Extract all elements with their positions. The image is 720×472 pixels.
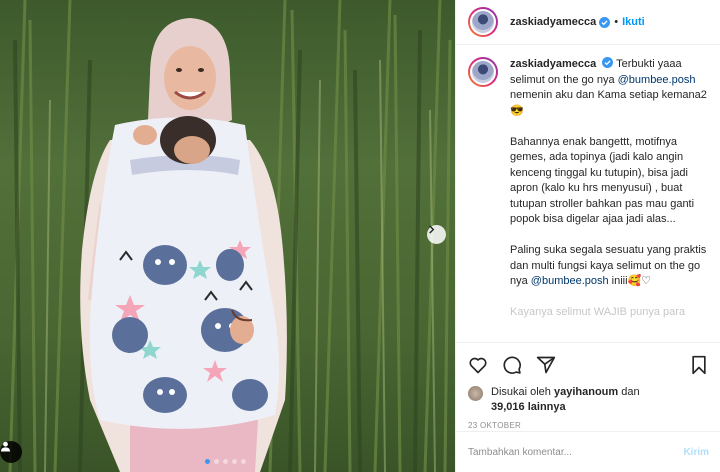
carousel-dot	[232, 459, 237, 464]
likes-count[interactable]: 39,016	[491, 401, 525, 413]
header-username[interactable]: zaskiadyamecca	[510, 16, 596, 28]
carousel-next-button[interactable]	[427, 225, 446, 244]
post-photo[interactable]	[0, 0, 455, 472]
comment-input[interactable]	[468, 446, 684, 458]
caption-area: zaskiadyamecca Terbukti yaaa selimut on …	[456, 45, 720, 343]
separator-dot: •	[614, 16, 619, 28]
post-date[interactable]: 23 OKTOBER	[456, 415, 720, 430]
carousel-dot	[214, 459, 219, 464]
user-tag-icon	[0, 441, 11, 452]
post-comment-button[interactable]: Kirim	[683, 447, 709, 458]
photo-illustration	[8, 0, 452, 472]
caption-avatar[interactable]	[468, 57, 498, 87]
chevron-right-icon	[429, 225, 435, 234]
likes-prefix: Disukai oleh	[491, 386, 554, 398]
heart-icon[interactable]	[468, 355, 488, 375]
caption-paragraph-2: Bahannya enak bangettt, motifnya gemes, …	[510, 135, 695, 226]
share-icon[interactable]	[536, 355, 556, 375]
carousel-dot	[223, 459, 228, 464]
caption-paragraph-3-end: iniii🥰♡	[608, 275, 652, 287]
post-sidebar: zaskiadyamecca • Ikuti zaskiadyamecca Te…	[455, 0, 720, 472]
user-tag-button[interactable]	[0, 441, 22, 463]
verified-badge-icon	[599, 16, 611, 28]
mention-link[interactable]: @bumbee.posh	[618, 74, 696, 86]
carousel-dot	[241, 459, 246, 464]
action-bar	[456, 343, 720, 379]
comment-form: Kirim	[456, 431, 720, 472]
likes-summary: Disukai oleh yayihanoum dan 39,016 lainn…	[456, 379, 720, 415]
caption-truncated: Kayanya selimut WAJIB punya para	[510, 306, 686, 318]
verified-badge-icon	[602, 57, 614, 68]
likes-mid: dan	[618, 386, 640, 398]
caption-line1-end: nemenin aku dan Kama setiap kemana2 😎	[510, 89, 707, 117]
caption-username[interactable]: zaskiadyamecca	[510, 58, 596, 70]
mention-link[interactable]: @bumbee.posh	[531, 275, 609, 287]
bookmark-icon[interactable]	[690, 355, 708, 375]
post-header: zaskiadyamecca • Ikuti	[456, 0, 720, 45]
caption-text: zaskiadyamecca Terbukti yaaa selimut on …	[510, 57, 708, 342]
carousel-indicator	[205, 459, 246, 464]
avatar[interactable]	[468, 7, 498, 37]
liker-username[interactable]: yayihanoum	[554, 386, 618, 398]
liker-avatar[interactable]	[468, 386, 483, 401]
carousel-dot	[205, 459, 210, 464]
likes-suffix[interactable]: lainnya	[525, 401, 566, 413]
comment-icon[interactable]	[502, 355, 522, 375]
follow-button[interactable]: Ikuti	[622, 16, 645, 28]
